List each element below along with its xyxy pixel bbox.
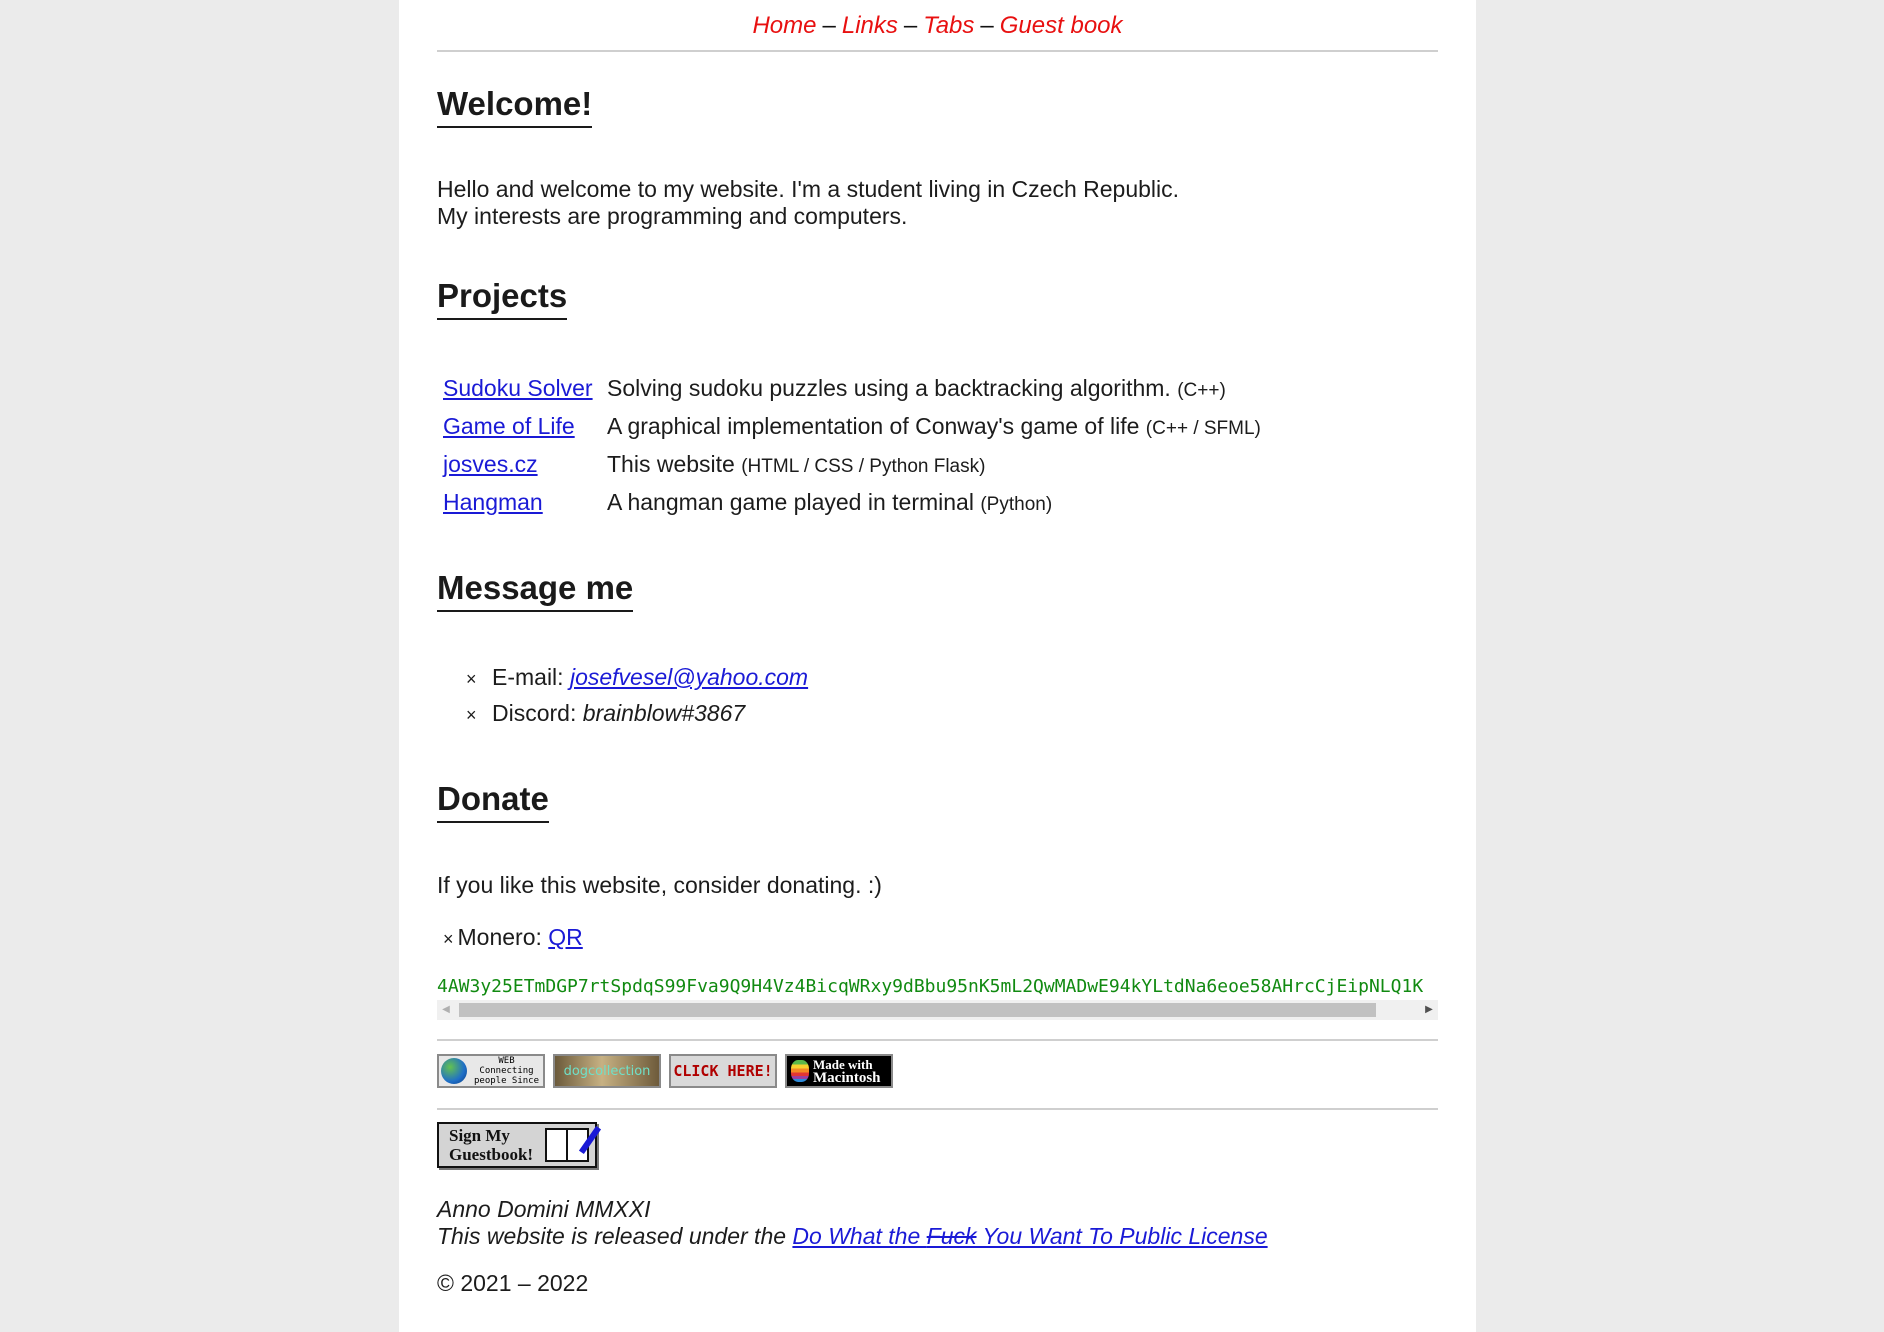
project-tech: (HTML / CSS / Python Flask) [741,455,986,477]
monero-address: 4AW3y25ETmDGP7rtSpdqS99Fva9Q9H4Vz4BicqWR… [437,976,1424,997]
monero-line: × Monero: QR [437,924,1438,951]
discord-label: Discord: [492,700,577,726]
copyright: © 2021 – 2022 [437,1270,589,1296]
qr-link[interactable]: QR [548,924,583,950]
project-desc: This website [607,450,735,477]
mac-badge-bottom: Macintosh [813,1069,881,1086]
welcome-text: Hello and welcome to my website. I'm a s… [437,176,1438,230]
globe-icon [441,1058,467,1084]
projects-table: Sudoku Solver Solving sudoku puzzles usi… [437,369,1267,521]
project-tech: (Python) [980,493,1053,515]
click-here-badge[interactable]: CLICK HERE! [669,1054,777,1088]
welcome-line-1: Hello and welcome to my website. I'm a s… [437,176,1180,202]
project-tech: (C++) [1177,379,1226,401]
license-prefix: This website is released under the [437,1223,793,1249]
cross-bullet-icon: × [466,705,477,725]
struck-word: Fuck [926,1223,977,1249]
top-nav: Home – Links – Tabs – Guest book [437,0,1438,52]
donate-section: Donate [437,779,1438,823]
projects-table-wrap: Sudoku Solver Solving sudoku puzzles usi… [437,369,1438,521]
nav-separator: – [980,12,994,39]
scroll-right-arrow-icon[interactable]: ▶ [1420,1000,1438,1020]
nav-separator: – [903,12,918,39]
donate-text: If you like this website, consider donat… [437,872,882,898]
sign-guestbook-button[interactable]: Sign My Guestbook! [437,1122,602,1168]
www-badge-text: WORLD WIDE WEB Connecting people Since 1… [473,1056,540,1086]
dogcollection-badge[interactable]: dogcollection [553,1054,661,1088]
cross-bullet-icon: × [466,669,477,689]
welcome-line-2: My interests are programming and compute… [437,203,908,229]
project-link-hangman[interactable]: Hangman [443,489,543,515]
horizontal-scrollbar[interactable]: ◀ ▶ [437,1000,1438,1020]
project-row: Hangman A hangman game played in termina… [437,483,1267,521]
project-tech: (C++ / SFML) [1145,417,1261,439]
donate-text-wrap: If you like this website, consider donat… [437,872,1438,899]
www-badge[interactable]: WORLD WIDE WEB Connecting people Since 1… [437,1054,545,1088]
scrollbar-thumb[interactable] [459,1003,1376,1017]
cross-bullet-icon: × [443,929,454,949]
page-container: Home – Links – Tabs – Guest book Welcome! Hell… [399,0,1476,1332]
projects-heading: Projects [437,276,568,320]
nav-guestbook-link[interactable]: Guest book [1000,12,1123,39]
nav-home-link[interactable]: Home [752,12,816,39]
apple-logo-icon [791,1060,809,1082]
project-desc: A graphical implementation of Conway's g… [607,412,1140,439]
guestbook-line-2: Guestbook! [449,1145,534,1164]
monero-address-box[interactable]: 4AW3y25ETmDGP7rtSpdqS99Fva9Q9H4Vz4BicqWR… [437,974,1438,1020]
contact-list-wrap: × E-mail: josefvesel@yahoo.com × Discord: … [437,659,1438,731]
macintosh-badge[interactable]: Made with Macintosh [785,1054,893,1088]
message-section: Message me [437,568,1438,612]
badge-row: WORLD WIDE WEB Connecting people Since 1… [437,1054,893,1088]
project-link-sudoku[interactable]: Sudoku Solver [443,375,593,401]
divider [437,1039,1438,1041]
email-label: E-mail: [492,664,564,690]
list-item: × Discord: brainblow#3867 [466,695,1438,731]
projects-section: Projects [437,276,1438,320]
discord-handle: brainblow#3867 [582,700,746,726]
click-here-text: CLICK HERE! [673,1062,773,1080]
welcome-section: Welcome! [437,84,1438,128]
project-row: josves.cz This website (HTML / CSS / Pyt… [437,445,1267,483]
divider [437,1108,1438,1110]
scroll-left-arrow-icon[interactable]: ◀ [437,1000,455,1020]
anno-domini: Anno Domini MMXXI [437,1196,651,1222]
contact-list: × E-mail: josefvesel@yahoo.com × Discord: … [437,659,1438,731]
email-link[interactable]: josefvesel@yahoo.com [570,664,808,690]
nav-tabs-link[interactable]: Tabs [923,12,974,39]
dogcollection-text: dogcollection [563,1063,651,1079]
message-heading: Message me [437,568,634,612]
nav-links-link[interactable]: Links [842,12,898,39]
donate-heading: Donate [437,779,549,823]
project-desc: Solving sudoku puzzles using a backtrack… [607,374,1171,401]
footer: Anno Domini MMXXI This website is releas… [437,1196,1268,1250]
list-item: × E-mail: josefvesel@yahoo.com [466,659,1438,695]
project-desc: A hangman game played in terminal [607,488,974,515]
monero-label: Monero: [457,924,542,950]
project-row: Sudoku Solver Solving sudoku puzzles usi… [437,369,1267,407]
welcome-heading: Welcome! [437,84,593,128]
project-link-game-of-life[interactable]: Game of Life [443,413,575,439]
project-link-josves[interactable]: josves.cz [443,451,538,477]
nav-separator: – [822,12,836,39]
license-link[interactable]: Do What the Fuck You Want To Public Lice… [792,1223,1267,1249]
guestbook-line-1: Sign My [449,1126,510,1145]
project-row: Game of Life A graphical implementation … [437,407,1267,445]
